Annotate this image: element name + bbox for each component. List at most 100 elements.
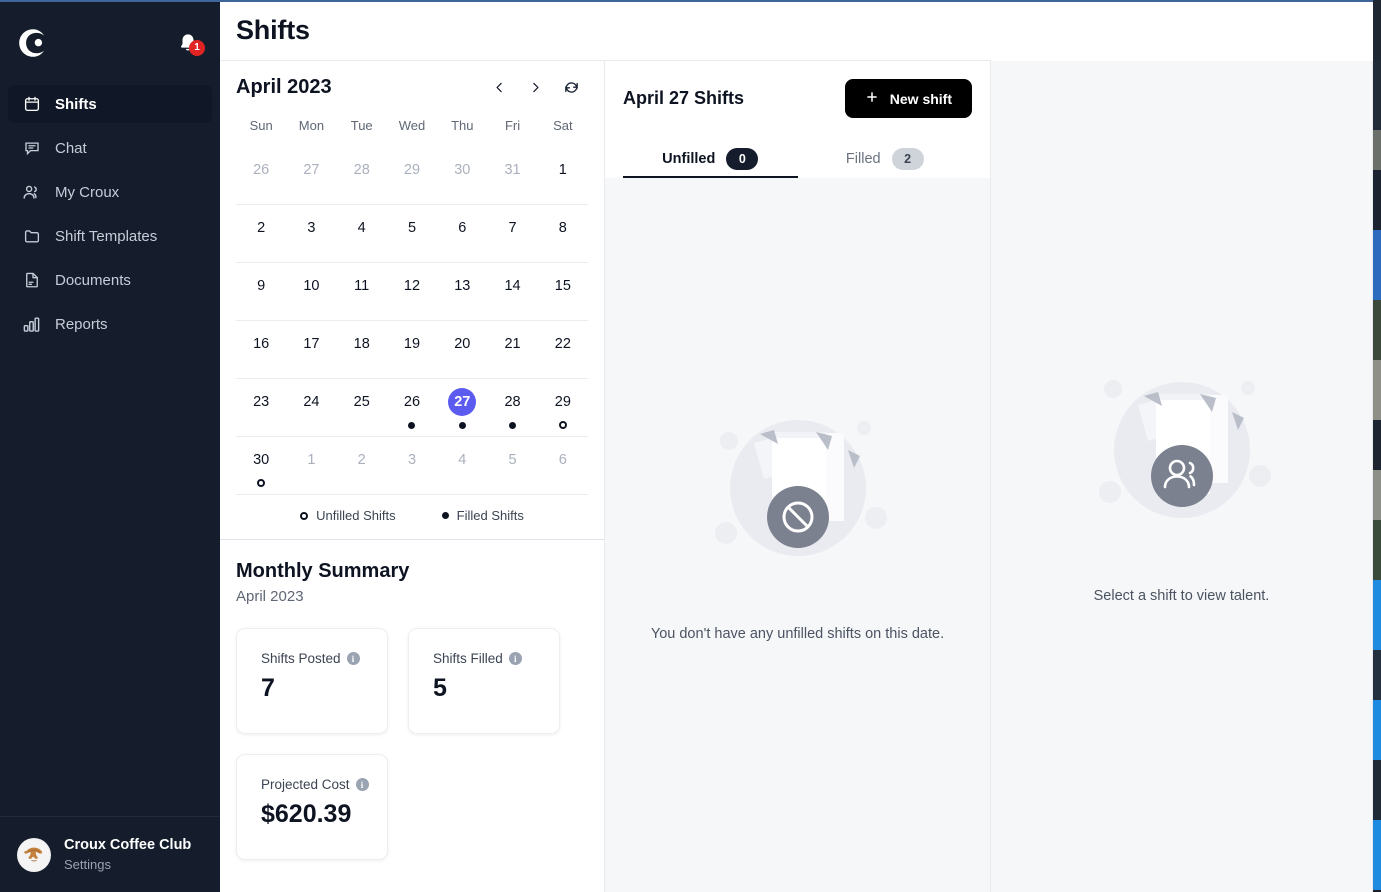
background-window-sliver[interactable] — [1373, 0, 1381, 892]
info-icon[interactable]: i — [508, 652, 522, 665]
calendar-day-cell[interactable]: 3 — [387, 437, 437, 494]
calendar-day-number[interactable]: 1 — [549, 156, 577, 184]
calendar-day-selected[interactable]: 27 — [448, 388, 477, 416]
calendar-day-cell[interactable]: 6 — [538, 437, 588, 494]
calendar-day-cell[interactable]: 31 — [487, 147, 537, 204]
calendar-day-cell[interactable]: 28 — [337, 147, 387, 204]
calendar-day-number[interactable]: 2 — [348, 446, 376, 474]
calendar-day-number[interactable]: 23 — [247, 388, 275, 416]
calendar-day-cell[interactable]: 27 — [286, 147, 336, 204]
calendar-day-number[interactable]: 24 — [297, 388, 325, 416]
sidebar-item-my-croux[interactable]: My Croux — [8, 173, 212, 211]
calendar-day-number[interactable]: 12 — [398, 272, 426, 300]
calendar-day-cell[interactable]: 21 — [487, 321, 537, 378]
calendar-day-cell[interactable]: 23 — [236, 379, 286, 436]
calendar-day-cell[interactable]: 5 — [487, 437, 537, 494]
calendar-day-number[interactable]: 13 — [448, 272, 476, 300]
calendar-day-cell[interactable]: 17 — [286, 321, 336, 378]
calendar-day-cell[interactable]: 8 — [538, 205, 588, 262]
calendar-day-number[interactable]: 26 — [247, 156, 275, 184]
calendar-day-cell[interactable]: 28 — [487, 379, 537, 436]
calendar-day-cell[interactable]: 25 — [337, 379, 387, 436]
calendar-day-cell[interactable]: 10 — [286, 263, 336, 320]
refresh-icon[interactable] — [560, 77, 582, 99]
calendar-day-number[interactable]: 30 — [247, 446, 275, 474]
sidebar-item-reports[interactable]: Reports — [8, 305, 212, 343]
calendar-day-number[interactable]: 7 — [499, 214, 527, 242]
calendar-day-cell[interactable]: 14 — [487, 263, 537, 320]
calendar-day-cell[interactable]: 7 — [487, 205, 537, 262]
calendar-day-number[interactable]: 30 — [448, 156, 476, 184]
calendar-day-cell[interactable]: 1 — [538, 147, 588, 204]
calendar-day-number[interactable]: 10 — [297, 272, 325, 300]
calendar-day-cell[interactable]: 4 — [337, 205, 387, 262]
calendar-day-number[interactable]: 4 — [348, 214, 376, 242]
calendar-day-number[interactable]: 28 — [348, 156, 376, 184]
calendar-day-cell[interactable]: 5 — [387, 205, 437, 262]
calendar-day-cell[interactable]: 29 — [387, 147, 437, 204]
calendar-day-number[interactable]: 21 — [499, 330, 527, 358]
calendar-day-cell[interactable]: 12 — [387, 263, 437, 320]
calendar-day-number[interactable]: 20 — [448, 330, 476, 358]
calendar-day-cell[interactable]: 26 — [236, 147, 286, 204]
sidebar-item-shift-templates[interactable]: Shift Templates — [8, 217, 212, 255]
calendar-day-cell[interactable]: 18 — [337, 321, 387, 378]
calendar-day-cell[interactable]: 6 — [437, 205, 487, 262]
calendar-day-cell[interactable]: 19 — [387, 321, 437, 378]
calendar-day-number[interactable]: 25 — [348, 388, 376, 416]
info-icon[interactable]: i — [355, 778, 369, 791]
info-icon[interactable]: i — [346, 652, 360, 665]
calendar-day-number[interactable]: 31 — [499, 156, 527, 184]
calendar-day-cell[interactable]: 13 — [437, 263, 487, 320]
calendar-day-cell[interactable]: 4 — [437, 437, 487, 494]
calendar-day-number[interactable]: 11 — [348, 272, 376, 300]
calendar-day-cell[interactable]: 24 — [286, 379, 336, 436]
new-shift-button[interactable]: New shift — [844, 79, 972, 118]
sidebar-item-chat[interactable]: Chat — [8, 129, 212, 167]
calendar-day-cell[interactable]: 9 — [236, 263, 286, 320]
chevron-left-icon[interactable] — [488, 77, 510, 99]
calendar-day-number[interactable]: 3 — [398, 446, 426, 474]
calendar-day-number[interactable]: 6 — [549, 446, 577, 474]
calendar-day-cell[interactable]: 22 — [538, 321, 588, 378]
tab-filled[interactable]: Filled 2 — [798, 142, 973, 178]
calendar-day-number[interactable]: 14 — [499, 272, 527, 300]
croux-c-logo-icon[interactable] — [16, 26, 50, 60]
calendar-day-number[interactable]: 19 — [398, 330, 426, 358]
chevron-right-icon[interactable] — [524, 77, 546, 99]
calendar-day-cell[interactable]: 30 — [437, 147, 487, 204]
calendar-day-number[interactable]: 26 — [398, 388, 426, 416]
calendar-day-number[interactable]: 4 — [448, 446, 476, 474]
notifications-button[interactable]: 1 — [174, 29, 205, 57]
calendar-day-number[interactable]: 18 — [348, 330, 376, 358]
calendar-day-number[interactable]: 2 — [247, 214, 275, 242]
user-settings-link[interactable]: Settings — [64, 856, 191, 874]
tab-unfilled[interactable]: Unfilled 0 — [623, 142, 798, 178]
calendar-day-number[interactable]: 16 — [247, 330, 275, 358]
calendar-day-number[interactable]: 1 — [297, 446, 325, 474]
calendar-day-number[interactable]: 5 — [398, 214, 426, 242]
calendar-day-cell[interactable]: 3 — [286, 205, 336, 262]
calendar-day-cell[interactable]: 16 — [236, 321, 286, 378]
calendar-day-number[interactable]: 5 — [499, 446, 527, 474]
sidebar-item-documents[interactable]: Documents — [8, 261, 212, 299]
calendar-day-cell[interactable]: 2 — [337, 437, 387, 494]
calendar-day-number[interactable]: 29 — [398, 156, 426, 184]
calendar-day-cell[interactable]: 29 — [538, 379, 588, 436]
sidebar-item-shifts[interactable]: Shifts — [8, 85, 212, 123]
user-settings-block[interactable]: Croux Coffee Club Settings — [0, 816, 220, 892]
calendar-day-number[interactable]: 6 — [448, 214, 476, 242]
calendar-day-cell[interactable]: 26 — [387, 379, 437, 436]
calendar-day-cell[interactable]: 11 — [337, 263, 387, 320]
calendar-day-cell[interactable]: 27 — [437, 379, 487, 436]
calendar-day-cell[interactable]: 1 — [286, 437, 336, 494]
calendar-day-number[interactable]: 15 — [549, 272, 577, 300]
calendar-day-cell[interactable]: 2 — [236, 205, 286, 262]
calendar-day-number[interactable]: 17 — [297, 330, 325, 358]
calendar-day-number[interactable]: 9 — [247, 272, 275, 300]
calendar-day-number[interactable]: 28 — [499, 388, 527, 416]
calendar-day-cell[interactable]: 30 — [236, 437, 286, 494]
calendar-day-number[interactable]: 29 — [549, 388, 577, 416]
calendar-day-number[interactable]: 22 — [549, 330, 577, 358]
calendar-day-number[interactable]: 27 — [297, 156, 325, 184]
